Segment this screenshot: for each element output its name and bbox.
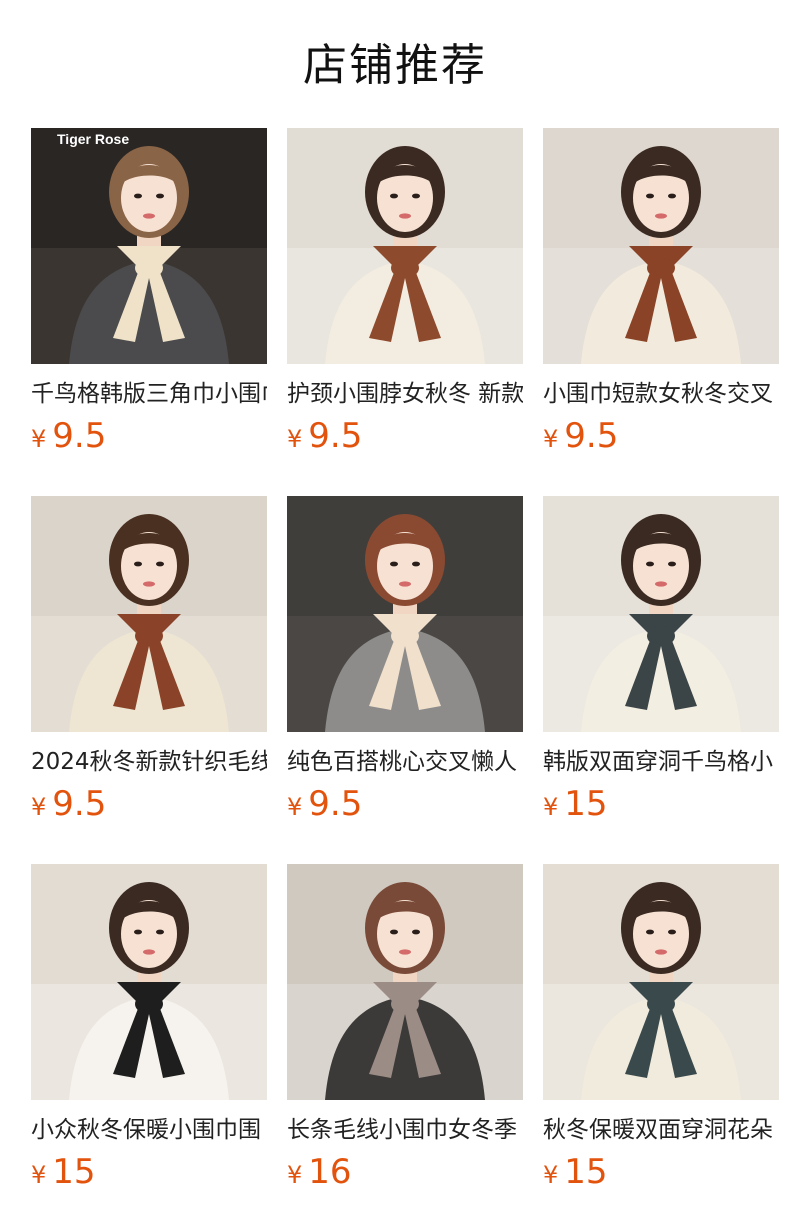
product-name[interactable]: 小围巾短款女秋冬交叉 xyxy=(543,378,779,410)
product-price: ¥15 xyxy=(543,1152,779,1192)
product-card[interactable]: 韩版双面穿洞千鸟格小 ¥15 xyxy=(543,496,779,824)
currency-symbol: ¥ xyxy=(543,425,559,453)
product-card[interactable]: 秋冬保暖双面穿洞花朵 ¥15 xyxy=(543,864,779,1192)
product-image[interactable] xyxy=(31,496,267,732)
product-image[interactable] xyxy=(287,128,523,364)
product-image[interactable] xyxy=(543,496,779,732)
product-name[interactable]: 护颈小围脖女秋冬 新款 xyxy=(287,378,523,410)
product-name[interactable]: 小众秋冬保暖小围巾围 xyxy=(31,1114,267,1146)
product-price: ¥9.5 xyxy=(543,416,779,456)
product-card[interactable]: 小围巾短款女秋冬交叉 ¥9.5 xyxy=(543,128,779,456)
product-price: ¥15 xyxy=(543,784,779,824)
product-card[interactable]: Tiger Rose 千鸟格韩版三角巾小围巾 ¥9.5 xyxy=(31,128,267,456)
product-card[interactable]: 纯色百搭桃心交叉懒人 ¥9.5 xyxy=(287,496,523,824)
product-card[interactable]: 长条毛线小围巾女冬季 ¥16 xyxy=(287,864,523,1192)
store-sign-text: Tiger Rose xyxy=(57,131,129,147)
currency-symbol: ¥ xyxy=(31,1161,47,1189)
product-image[interactable] xyxy=(287,864,523,1100)
product-image[interactable] xyxy=(287,496,523,732)
currency-symbol: ¥ xyxy=(287,1161,303,1189)
product-image[interactable] xyxy=(31,864,267,1100)
product-image[interactable] xyxy=(543,864,779,1100)
product-price: ¥9.5 xyxy=(287,784,523,824)
product-card[interactable]: 2024秋冬新款针织毛线 ¥9.5 xyxy=(31,496,267,824)
product-name[interactable]: 秋冬保暖双面穿洞花朵 xyxy=(543,1114,779,1146)
price-value: 9.5 xyxy=(52,416,107,456)
price-value: 9.5 xyxy=(308,784,363,824)
product-image[interactable] xyxy=(543,128,779,364)
product-image[interactable]: Tiger Rose xyxy=(31,128,267,364)
price-value: 9.5 xyxy=(52,784,107,824)
price-value: 15 xyxy=(564,1152,608,1192)
product-name[interactable]: 长条毛线小围巾女冬季 xyxy=(287,1114,523,1146)
product-price: ¥9.5 xyxy=(31,784,267,824)
product-name[interactable]: 韩版双面穿洞千鸟格小 xyxy=(543,746,779,778)
price-value: 9.5 xyxy=(564,416,619,456)
price-value: 15 xyxy=(564,784,608,824)
price-value: 16 xyxy=(308,1152,352,1192)
currency-symbol: ¥ xyxy=(543,793,559,821)
price-value: 9.5 xyxy=(308,416,363,456)
currency-symbol: ¥ xyxy=(31,793,47,821)
product-price: ¥15 xyxy=(31,1152,267,1192)
product-price: ¥16 xyxy=(287,1152,523,1192)
section-title: 店铺推荐 xyxy=(303,40,487,91)
product-price: ¥9.5 xyxy=(31,416,267,456)
product-price: ¥9.5 xyxy=(287,416,523,456)
product-name[interactable]: 2024秋冬新款针织毛线 xyxy=(31,746,267,778)
currency-symbol: ¥ xyxy=(543,1161,559,1189)
price-value: 15 xyxy=(52,1152,96,1192)
currency-symbol: ¥ xyxy=(287,793,303,821)
currency-symbol: ¥ xyxy=(31,425,47,453)
product-name[interactable]: 纯色百搭桃心交叉懒人 xyxy=(287,746,523,778)
product-card[interactable]: 小众秋冬保暖小围巾围 ¥15 xyxy=(31,864,267,1192)
currency-symbol: ¥ xyxy=(287,425,303,453)
product-card[interactable]: 护颈小围脖女秋冬 新款 ¥9.5 xyxy=(287,128,523,456)
product-name[interactable]: 千鸟格韩版三角巾小围巾 xyxy=(31,378,267,410)
